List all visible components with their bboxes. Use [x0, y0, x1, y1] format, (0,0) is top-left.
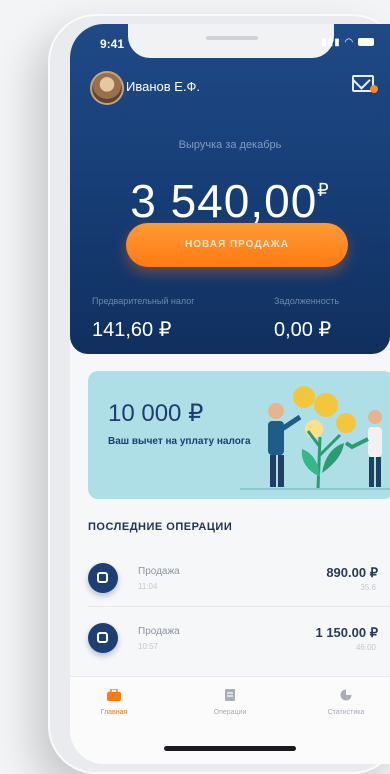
- receipt-icon: [88, 563, 118, 593]
- home-indicator: [164, 746, 296, 751]
- advance-tax-value: 141,60 ₽: [92, 319, 172, 341]
- operation-amount-value: 890.00: [326, 565, 367, 580]
- signal-icon: ▮▮▮: [321, 37, 341, 48]
- operation-amount: 890.00 ₽: [326, 565, 378, 581]
- operation-time: 10:57: [138, 642, 159, 651]
- user-name[interactable]: Иванов Е.Ф.: [126, 79, 200, 94]
- briefcase-icon: [107, 689, 121, 701]
- tab-operations[interactable]: Операции: [190, 689, 270, 716]
- advance-tax-label: Предварительный налог: [92, 296, 195, 306]
- operation-currency: ₽: [369, 565, 378, 580]
- receipt-icon: [88, 623, 118, 653]
- debt-label: Задолженность: [274, 296, 340, 306]
- recent-operations-title: ПОСЛЕДНИЕ ОПЕРАЦИИ: [88, 521, 233, 533]
- operation-currency: ₽: [369, 625, 378, 640]
- wifi-icon: ◠: [344, 37, 355, 48]
- operation-title: Продажа: [138, 626, 180, 637]
- device-notch: [128, 24, 334, 58]
- revenue-label: Выручка за декабрь: [178, 139, 282, 151]
- operation-title: Продажа: [138, 566, 180, 577]
- operation-tax: 46.00: [355, 643, 376, 652]
- app-screen: 9:41 ▮▮▮ ◠ Иванов Е.Ф. Выручка за декабр…: [70, 24, 390, 764]
- operation-row[interactable]: Продажа 10:57 1 150.00 ₽ 46.00: [70, 607, 390, 667]
- notification-dot: [370, 85, 378, 93]
- operation-tax: 35.6: [360, 583, 376, 592]
- tab-label: Операции: [213, 709, 247, 716]
- operation-amount: 1 150.00 ₽: [315, 625, 378, 641]
- pie-chart-icon: [340, 689, 352, 701]
- banner-amount: 10 000 ₽: [108, 400, 204, 427]
- avatar[interactable]: [90, 71, 124, 105]
- status-time: 9:41: [100, 37, 125, 51]
- battery-icon: [358, 38, 374, 47]
- money-tree-illustration: [240, 386, 390, 490]
- operation-time: 11:04: [138, 582, 158, 591]
- revenue-amount: 3 540,00₽: [70, 174, 390, 228]
- operation-row[interactable]: Продажа 11:04 890.00 ₽ 35.6: [70, 547, 390, 607]
- tax-deduction-banner[interactable]: 10 000 ₽ Ваш вычет на уплату налога: [88, 371, 390, 499]
- tab-home[interactable]: Главная: [74, 689, 154, 716]
- receipt-icon: [225, 689, 235, 701]
- operation-amount-value: 1 150.00: [315, 625, 367, 640]
- revenue-currency: ₽: [317, 180, 330, 200]
- status-icons: ▮▮▮ ◠: [321, 37, 374, 48]
- tab-label: Статистика: [327, 709, 365, 716]
- tab-statistics[interactable]: Статистика: [306, 689, 386, 716]
- header-card: 9:41 ▮▮▮ ◠ Иванов Е.Ф. Выручка за декабр…: [70, 24, 390, 354]
- new-sale-button[interactable]: НОВАЯ ПРОДАЖА: [126, 223, 348, 267]
- tab-label: Главная: [100, 709, 128, 716]
- revenue-value: 3 540,00: [130, 175, 318, 227]
- debt-value: 0,00 ₽: [274, 319, 332, 341]
